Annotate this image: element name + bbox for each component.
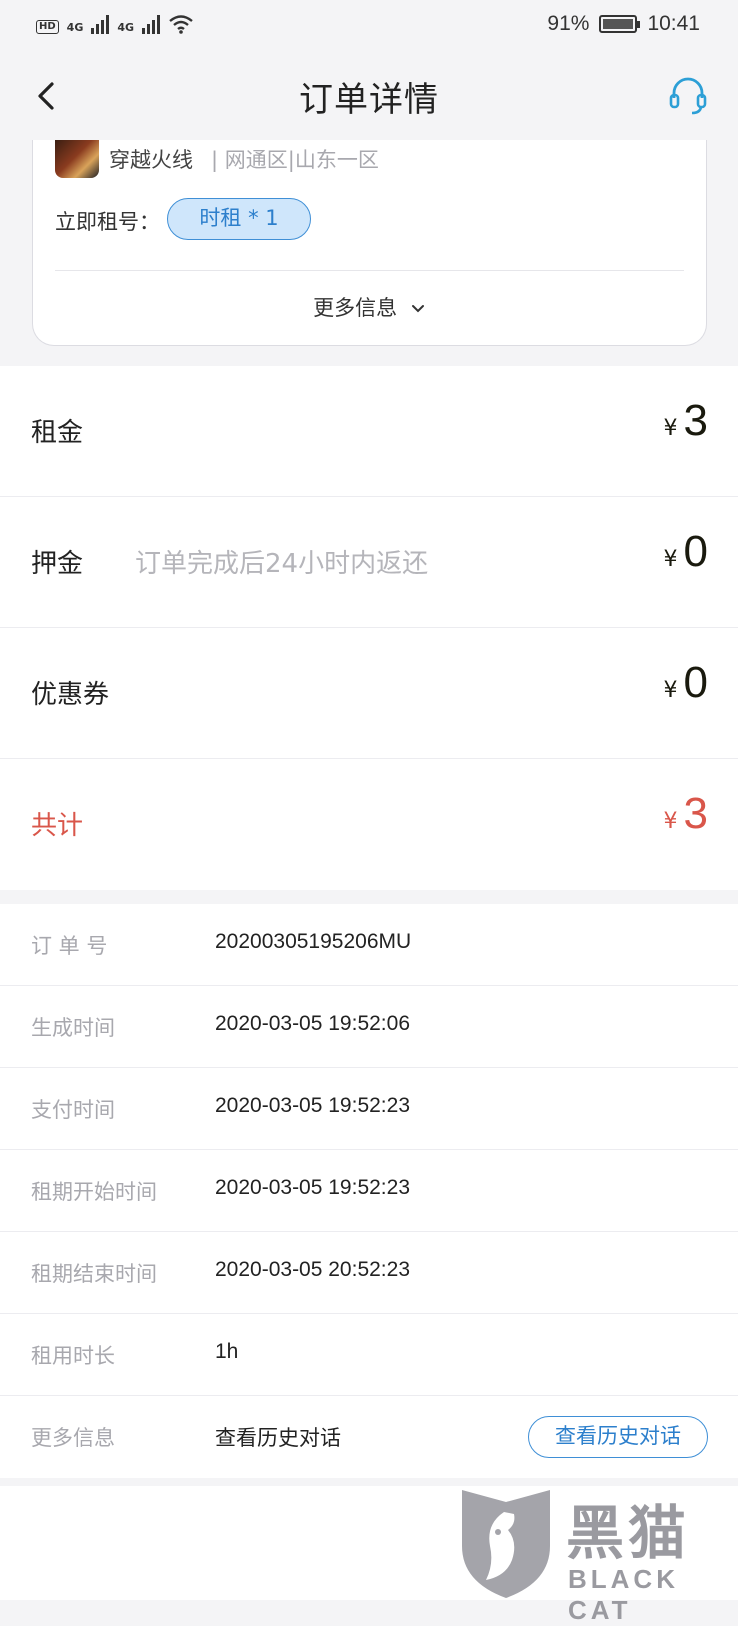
fee-amount: ¥ 0 (664, 658, 708, 708)
product-card: 穿越火线 | 网通区|山东一区 立即租号： 时租 * 1 更多信息 (32, 140, 707, 346)
detail-row-paid: 支付时间 2020-03-05 19:52:23 (0, 1068, 738, 1150)
status-bar-right: 91% 10:41 (547, 12, 700, 36)
chevron-down-icon (411, 305, 424, 313)
clock: 10:41 (647, 12, 700, 35)
network-label-2: 4G (117, 21, 135, 34)
divider (55, 270, 684, 271)
cat-shield-logo (462, 1490, 550, 1598)
currency-symbol: ¥ (663, 416, 678, 441)
status-bar: HD 4G 4G 91% 10:41 (0, 0, 738, 52)
product-section: 穿越火线 | 网通区|山东一区 立即租号： 时租 * 1 更多信息 (0, 140, 738, 366)
currency-symbol: ¥ (663, 678, 678, 703)
fee-label: 押金 (31, 549, 84, 579)
detail-label: 租期结束时间 (31, 1262, 157, 1286)
watermark-en: BLACK CAT (568, 1564, 679, 1625)
fee-amount: ¥ 0 (664, 527, 708, 577)
network-label-1: 4G (66, 21, 84, 34)
fee-label: 优惠券 (31, 680, 110, 710)
rental-duration: 1h (215, 1340, 239, 1363)
headset-icon[interactable] (666, 74, 710, 118)
currency-symbol: ¥ (663, 547, 678, 572)
currency-symbol: ¥ (663, 809, 678, 834)
game-server: | 网通区|山东一区 (211, 148, 379, 172)
rent-type-label: 立即租号： (55, 210, 160, 234)
nav-bar: 订单详情 (0, 52, 738, 140)
amount-value: 0 (683, 658, 708, 707)
status-bar-left: HD 4G 4G (36, 14, 194, 34)
amount-value: 3 (683, 396, 708, 445)
fee-label: 租金 (31, 418, 84, 448)
detail-label: 更多信息 (31, 1426, 115, 1450)
fee-section: 租金 ¥ 3 押金 订单完成后24小时内返还 ¥ 0 优惠券 ¥ 0 共计 ¥ … (0, 366, 738, 890)
page-title: 订单详情 (299, 80, 439, 120)
total-label: 共计 (31, 811, 84, 841)
amount-value: 0 (683, 527, 708, 576)
detail-row-end: 租期结束时间 2020-03-05 20:52:23 (0, 1232, 738, 1314)
watermark: 黑猫 BLACK CAT (456, 1484, 728, 1625)
signal-icon (91, 14, 110, 34)
fee-row-rent: 租金 ¥ 3 (0, 366, 738, 497)
total-amount: ¥ 3 (664, 789, 708, 839)
detail-label: 订 单 号 (31, 934, 108, 958)
game-logo (55, 140, 99, 178)
more-info-label: 更多信息 (313, 296, 398, 320)
fee-amount: ¥ 3 (664, 396, 708, 446)
fee-row-coupon[interactable]: 优惠券 ¥ 0 (0, 628, 738, 759)
game-name: 穿越火线 (109, 148, 193, 172)
deposit-note: 订单完成后24小时内返还 (135, 549, 429, 579)
detail-row-created: 生成时间 2020-03-05 19:52:06 (0, 986, 738, 1068)
battery-percent: 91% (547, 12, 590, 35)
amount-value: 3 (683, 789, 708, 838)
order-number: 20200305195206MU (215, 930, 412, 953)
detail-label: 生成时间 (31, 1016, 115, 1040)
view-chat-history-button[interactable]: 查看历史对话 (528, 1416, 708, 1458)
chat-history-text: 查看历史对话 (215, 1426, 341, 1450)
fee-row-deposit: 押金 订单完成后24小时内返还 ¥ 0 (0, 497, 738, 628)
detail-row-order-no: 订 单 号 20200305195206MU (0, 904, 738, 986)
more-info-toggle[interactable]: 更多信息 (33, 292, 706, 322)
end-time: 2020-03-05 20:52:23 (215, 1258, 410, 1281)
created-time: 2020-03-05 19:52:06 (215, 1012, 410, 1035)
watermark-cn: 黑猫 (566, 1499, 691, 1567)
fee-row-total: 共计 ¥ 3 (0, 759, 738, 890)
detail-row-duration: 租用时长 1h (0, 1314, 738, 1396)
paid-time: 2020-03-05 19:52:23 (215, 1094, 410, 1117)
order-details: 订 单 号 20200305195206MU 生成时间 2020-03-05 1… (0, 904, 738, 1478)
signal-icon-2 (142, 14, 161, 34)
detail-row-start: 租期开始时间 2020-03-05 19:52:23 (0, 1150, 738, 1232)
detail-row-more: 更多信息 查看历史对话 查看历史对话 (0, 1396, 738, 1478)
battery-icon (599, 15, 641, 33)
wifi-icon (169, 15, 193, 34)
rent-type-tag: 时租 * 1 (167, 198, 311, 240)
detail-label: 租用时长 (31, 1344, 115, 1368)
start-time: 2020-03-05 19:52:23 (215, 1176, 410, 1199)
detail-label: 租期开始时间 (31, 1180, 157, 1204)
hd-badge: HD (36, 20, 59, 34)
detail-label: 支付时间 (31, 1098, 115, 1122)
